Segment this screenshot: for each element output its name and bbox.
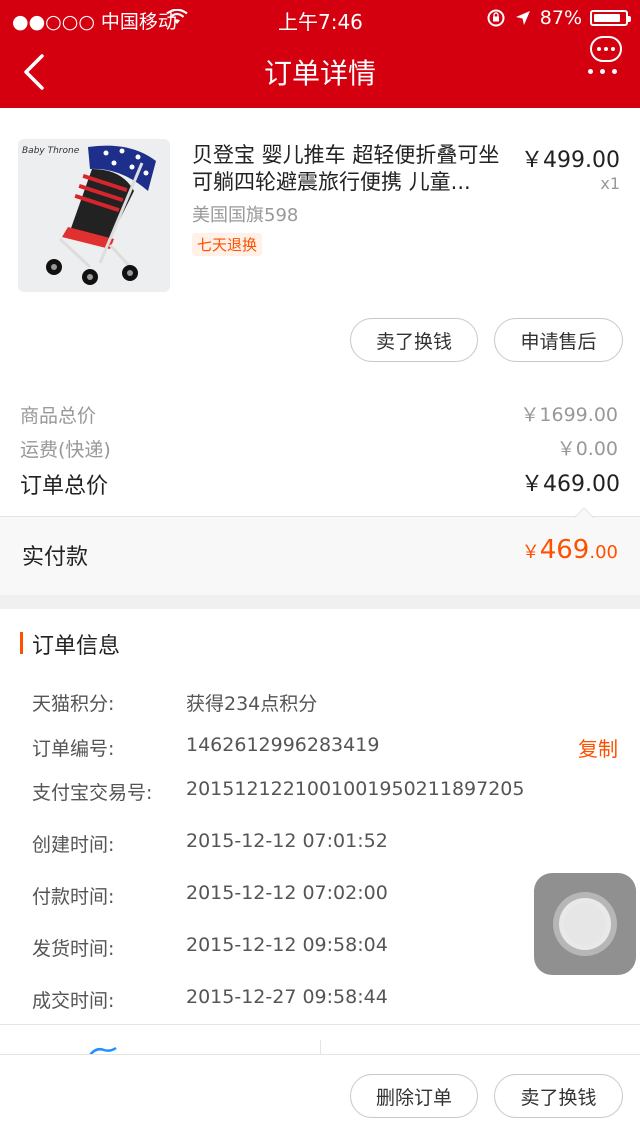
info-label: 天猫积分: [32, 693, 115, 715]
product-sku: 美国国旗598 [192, 205, 299, 226]
info-label: 发货时间: [32, 938, 115, 960]
product-quantity: x1 [600, 174, 620, 193]
location-arrow-icon [515, 11, 530, 25]
apply-after-sales-button[interactable]: 申请售后 [494, 318, 623, 362]
info-label: 创建时间: [32, 834, 115, 856]
battery-fill [594, 14, 621, 22]
sell-for-cash-bottom-button[interactable]: 卖了换钱 [494, 1074, 623, 1118]
sell-for-cash-button[interactable]: 卖了换钱 [350, 318, 478, 362]
info-label: 成交时间: [32, 990, 115, 1012]
caret-up-icon [574, 507, 594, 518]
product-image[interactable]: Baby Throne [18, 139, 170, 292]
header: ●●○○○ 中国移动 上午7:46 87% 订单详情 [0, 0, 640, 108]
info-value: 获得234点积分 [186, 693, 318, 715]
copy-button[interactable]: 复制 [578, 733, 618, 762]
status-bar: ●●○○○ 中国移动 上午7:46 87% [0, 0, 640, 36]
vertical-divider [320, 1040, 321, 1054]
goods-total-label: 商品总价 [20, 405, 97, 427]
order-info-title: 订单信息 [32, 634, 121, 659]
order-number: 1462612996283419 [186, 734, 380, 756]
info-label: 付款时间: [32, 886, 115, 908]
product-price: ￥499.00 [521, 148, 620, 173]
stroller-image [46, 145, 156, 285]
clock: 上午7:46 [278, 10, 363, 34]
more-dots-icon [588, 69, 617, 74]
page-title: 订单详情 [263, 57, 376, 90]
rotation-lock-icon [487, 9, 505, 27]
info-label: 订单编号: [32, 738, 115, 760]
delete-order-button[interactable]: 删除订单 [350, 1074, 478, 1118]
order-total-value: ￥469.00 [521, 472, 620, 497]
info-value: 2015-12-12 07:01:52 [186, 830, 388, 852]
battery-icon [590, 10, 631, 26]
info-value: 2015121221001001950211897205 [186, 778, 525, 800]
paid-currency: ￥ [521, 542, 540, 563]
paid-integer: 469 [539, 535, 590, 565]
status-right: 87% [486, 7, 631, 29]
goods-total-value: ￥1699.00 [520, 404, 618, 426]
more-menu-icon[interactable] [584, 36, 630, 82]
wifi-icon [166, 9, 188, 24]
shipping-label: 运费(快递) [20, 439, 111, 461]
return-policy-tag: 七天退换 [192, 233, 263, 256]
divider [0, 1024, 640, 1025]
order-total-label: 订单总价 [20, 474, 109, 499]
assistive-touch-button[interactable] [534, 873, 636, 975]
info-value: 2015-12-12 09:58:04 [186, 934, 388, 956]
section-accent-bar [20, 632, 23, 654]
paid-label: 实付款 [22, 545, 89, 570]
info-label: 支付宝交易号: [32, 782, 153, 804]
assistive-ring-inner [564, 903, 606, 945]
product-title[interactable]: 贝登宝 婴儿推车 超轻便折叠可坐可躺四轮避震旅行便携 儿童... [192, 142, 510, 196]
battery-percent: 87% [539, 7, 582, 29]
carrier-label: ●●○○○ 中国移动 [12, 11, 177, 33]
info-value: 2015-12-27 09:58:44 [186, 986, 388, 1008]
paid-amount: ￥469.00 [522, 535, 618, 565]
paid-decimal: .00 [589, 542, 618, 563]
section-gap [0, 595, 640, 609]
info-value: 2015-12-12 07:02:00 [186, 882, 388, 904]
shipping-value: ￥0.00 [556, 438, 618, 460]
message-bubble-icon [590, 36, 622, 62]
paid-amount-row: 实付款 ￥469.00 [0, 507, 640, 595]
